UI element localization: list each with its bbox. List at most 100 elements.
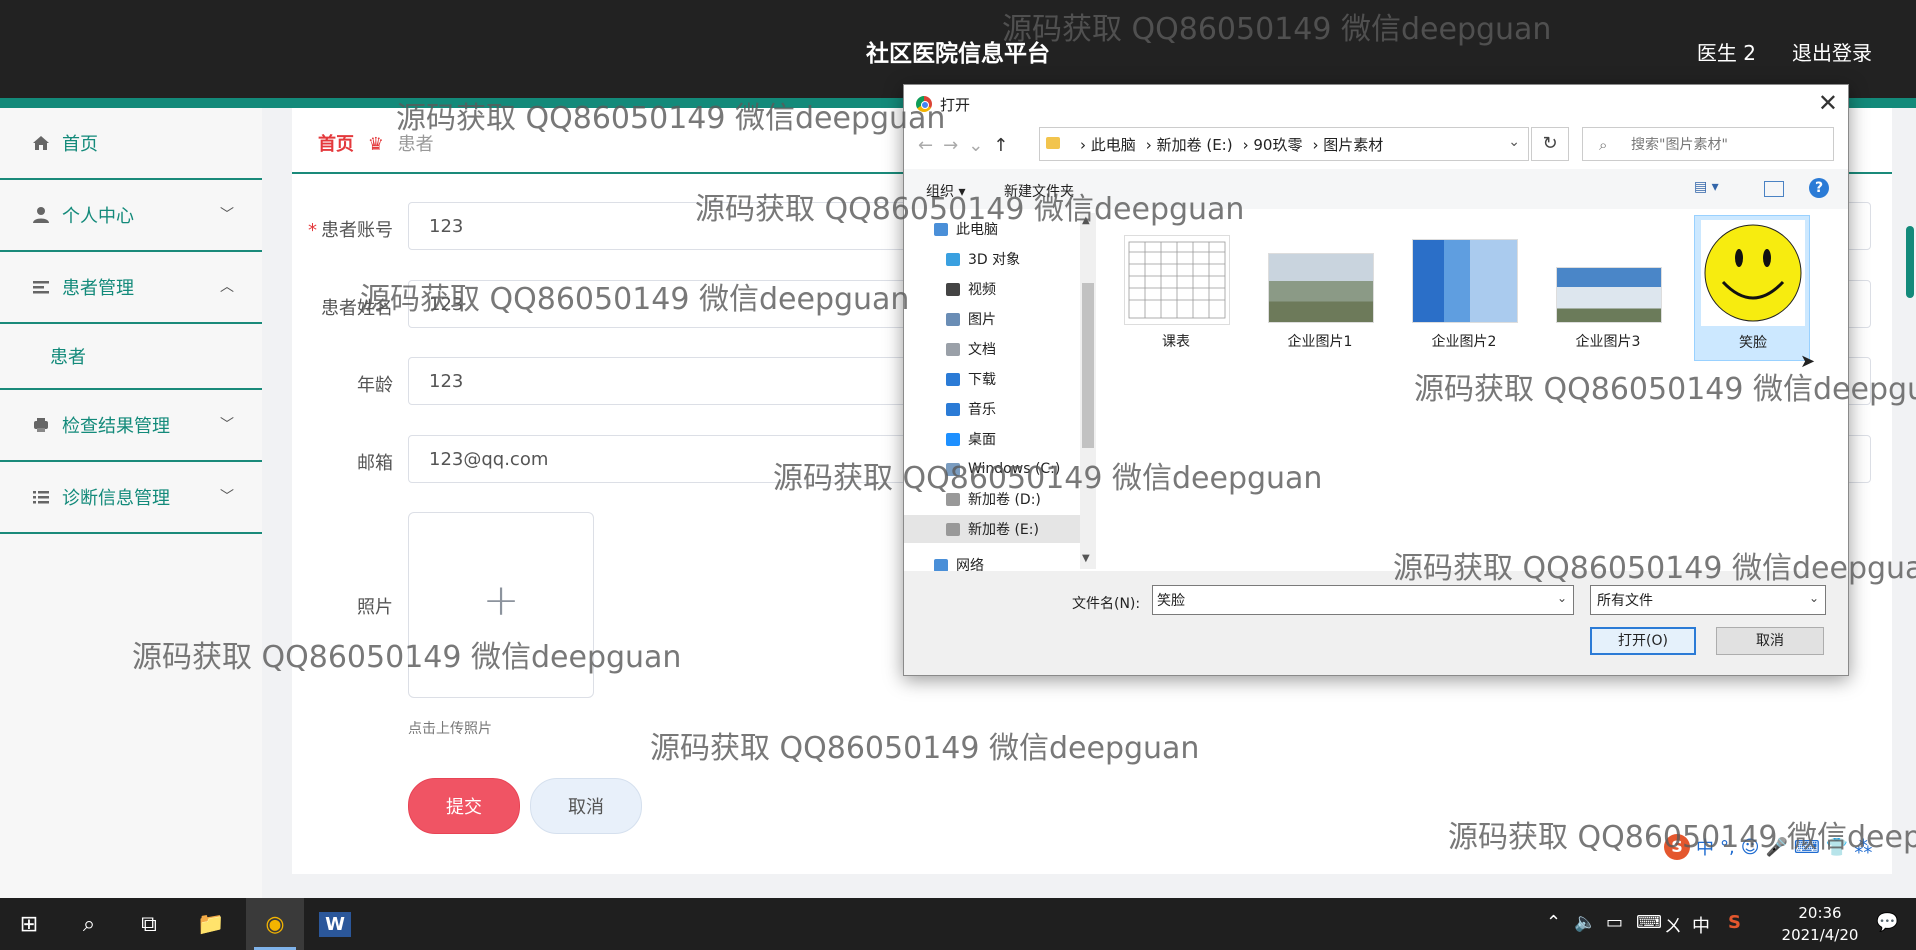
photo-upload[interactable]: +: [408, 512, 594, 698]
emoji-icon[interactable]: ☺: [1741, 837, 1760, 858]
input-language-icon[interactable]: 中: [1692, 912, 1710, 938]
task-view-icon[interactable]: ⧉: [120, 898, 178, 950]
tools-icon[interactable]: ⁂: [1854, 837, 1872, 858]
sidebar-item-home[interactable]: 首页: [0, 108, 262, 180]
age-label: 年龄: [357, 375, 393, 396]
chevron-down-icon[interactable]: ⌄: [1508, 134, 1520, 150]
new-folder-button[interactable]: 新建文件夹: [1004, 181, 1074, 201]
battery-icon[interactable]: ▭: [1606, 912, 1623, 933]
ime-toolbar: S 中 °, ☺ 🎤 ⌨ 👕 ⁂: [1664, 832, 1872, 862]
crown-icon: ♛: [367, 134, 384, 155]
volume-muted-icon[interactable]: ㄨ: [1664, 912, 1682, 938]
sidebar-item-label: 首页: [62, 134, 98, 155]
scroll-down-icon[interactable]: ▼: [1082, 553, 1090, 564]
sidebar-subitem-patient[interactable]: 患者: [0, 324, 262, 390]
tree-item-this-pc[interactable]: 此电脑: [904, 215, 1094, 243]
chevron-down-icon[interactable]: ⌄: [1809, 591, 1819, 605]
tree-item-downloads[interactable]: 下载: [904, 365, 1094, 393]
view-options-icon[interactable]: ▤ ▾: [1694, 179, 1720, 197]
keyboard-icon[interactable]: ⌨: [1794, 837, 1820, 858]
tree-item-pictures[interactable]: 图片: [904, 305, 1094, 333]
file-list: 课表 企业图片1 企业图片2 企业图片3 笑脸 ➤: [1102, 213, 1842, 569]
windows-start-icon[interactable]: ⊞: [0, 898, 58, 950]
file-explorer-icon[interactable]: 📁: [182, 898, 240, 950]
app-title: 社区医院信息平台: [866, 41, 1050, 67]
tree-item-music[interactable]: 音乐: [904, 395, 1094, 423]
close-icon[interactable]: ✕: [1818, 89, 1838, 117]
search-icon[interactable]: ⌕: [60, 898, 118, 950]
tree-item-drive-c[interactable]: Windows (C:): [904, 455, 1094, 483]
current-user[interactable]: 医生 2: [1697, 37, 1756, 66]
forward-arrow-icon[interactable]: →: [943, 135, 968, 156]
keyboard-tray-icon[interactable]: ⌨: [1636, 912, 1662, 933]
tree-item-drive-d[interactable]: 新加卷 (D:): [904, 485, 1094, 513]
mouse-cursor-icon: ➤: [1800, 351, 1816, 372]
user-icon: [32, 206, 50, 224]
tree-item-videos[interactable]: 视频: [904, 275, 1094, 303]
breadcrumb-home[interactable]: 首页: [318, 134, 354, 155]
list-icon: [32, 278, 50, 296]
sidebar: 首页 个人中心 ﹀ 患者管理 ︿ 患者 检查结果管理 ﹀ 诊断信息管理 ﹀: [0, 108, 262, 898]
address-bar[interactable]: › 此电脑 › 新加卷 (E:) › 90玖零 › 图片素材 ⌄: [1039, 127, 1529, 161]
file-item[interactable]: 课表: [1118, 215, 1234, 355]
recent-chevron-icon[interactable]: ⌄: [968, 135, 993, 156]
sidebar-item-personal-center[interactable]: 个人中心 ﹀: [0, 180, 262, 252]
chrome-taskbar-icon[interactable]: ◉: [246, 898, 304, 950]
file-item[interactable]: 企业图片2: [1406, 215, 1522, 355]
breadcrumb-current: 患者: [397, 134, 434, 155]
speaker-icon[interactable]: 🔈: [1574, 912, 1596, 933]
submit-button[interactable]: 提交: [408, 778, 520, 834]
search-placeholder: 搜索"图片素材": [1631, 137, 1728, 153]
tray-expand-icon[interactable]: ⌃: [1546, 912, 1561, 933]
sidebar-item-label: 患者管理: [62, 278, 134, 299]
path-segment[interactable]: › 90玖零: [1243, 134, 1303, 155]
path-segment[interactable]: › 新加卷 (E:): [1146, 134, 1233, 155]
sidebar-item-patient-management[interactable]: 患者管理 ︿: [0, 252, 262, 324]
sidebar-item-exam-results[interactable]: 检查结果管理 ﹀: [0, 390, 262, 462]
file-item[interactable]: 企业图片1: [1262, 215, 1378, 355]
filename-input[interactable]: 笑脸 ⌄: [1152, 585, 1574, 615]
refresh-button[interactable]: ↻: [1531, 127, 1569, 161]
dialog-cancel-button[interactable]: 取消: [1716, 627, 1824, 655]
file-item[interactable]: 企业图片3: [1550, 215, 1666, 355]
sogou-icon[interactable]: S: [1664, 834, 1690, 860]
filename-label: 文件名(N):: [1072, 596, 1141, 612]
tree-item-drive-e[interactable]: 新加卷 (E:): [904, 515, 1094, 543]
dialog-titlebar[interactable]: 打开 ✕: [904, 85, 1848, 121]
ime-chinese-mode[interactable]: 中: [1696, 834, 1714, 860]
open-button[interactable]: 打开(O): [1590, 627, 1696, 655]
notification-icon[interactable]: 💬: [1876, 912, 1898, 933]
microphone-icon[interactable]: 🎤: [1766, 837, 1788, 858]
desktop-icon: [946, 432, 960, 446]
tree-item-network[interactable]: 网络: [904, 551, 1094, 571]
filetype-select[interactable]: 所有文件 ⌄: [1590, 585, 1826, 615]
clock[interactable]: 20:36 2021/4/20: [1780, 902, 1860, 946]
preview-pane-icon[interactable]: [1764, 181, 1784, 197]
chrome-icon: [916, 96, 932, 112]
timetable-thumbnail: [1124, 235, 1230, 325]
music-icon: [946, 402, 960, 416]
chevron-down-icon[interactable]: ⌄: [1557, 591, 1567, 605]
scroll-thumb[interactable]: [1082, 283, 1094, 448]
ime-punctuation[interactable]: °,: [1720, 837, 1735, 858]
tree-item-3d-objects[interactable]: 3D 对象: [904, 245, 1094, 273]
back-arrow-icon[interactable]: ←: [918, 135, 943, 156]
sidebar-item-diagnosis[interactable]: 诊断信息管理 ﹀: [0, 462, 262, 534]
page-scrollbar[interactable]: [1906, 226, 1914, 298]
word-taskbar-icon[interactable]: W: [306, 898, 364, 950]
file-item-selected[interactable]: 笑脸: [1694, 215, 1810, 361]
organize-menu[interactable]: 组织 ▾: [926, 181, 965, 201]
search-input[interactable]: ⌕ 搜索"图片素材": [1582, 127, 1834, 161]
sogou-tray-icon[interactable]: S: [1728, 912, 1741, 933]
path-segment[interactable]: › 图片素材: [1312, 134, 1383, 155]
logout-button[interactable]: 退出登录: [1792, 37, 1872, 66]
up-arrow-icon[interactable]: ↑: [993, 135, 1018, 156]
tree-scrollbar[interactable]: ▲ ▼: [1080, 213, 1096, 569]
tree-item-desktop[interactable]: 桌面: [904, 425, 1094, 453]
skin-icon[interactable]: 👕: [1826, 837, 1848, 858]
help-icon[interactable]: ?: [1809, 178, 1829, 198]
tree-item-documents[interactable]: 文档: [904, 335, 1094, 363]
scroll-up-icon[interactable]: ▲: [1082, 215, 1090, 226]
cancel-button[interactable]: 取消: [530, 778, 642, 834]
path-segment[interactable]: › 此电脑: [1080, 134, 1136, 155]
